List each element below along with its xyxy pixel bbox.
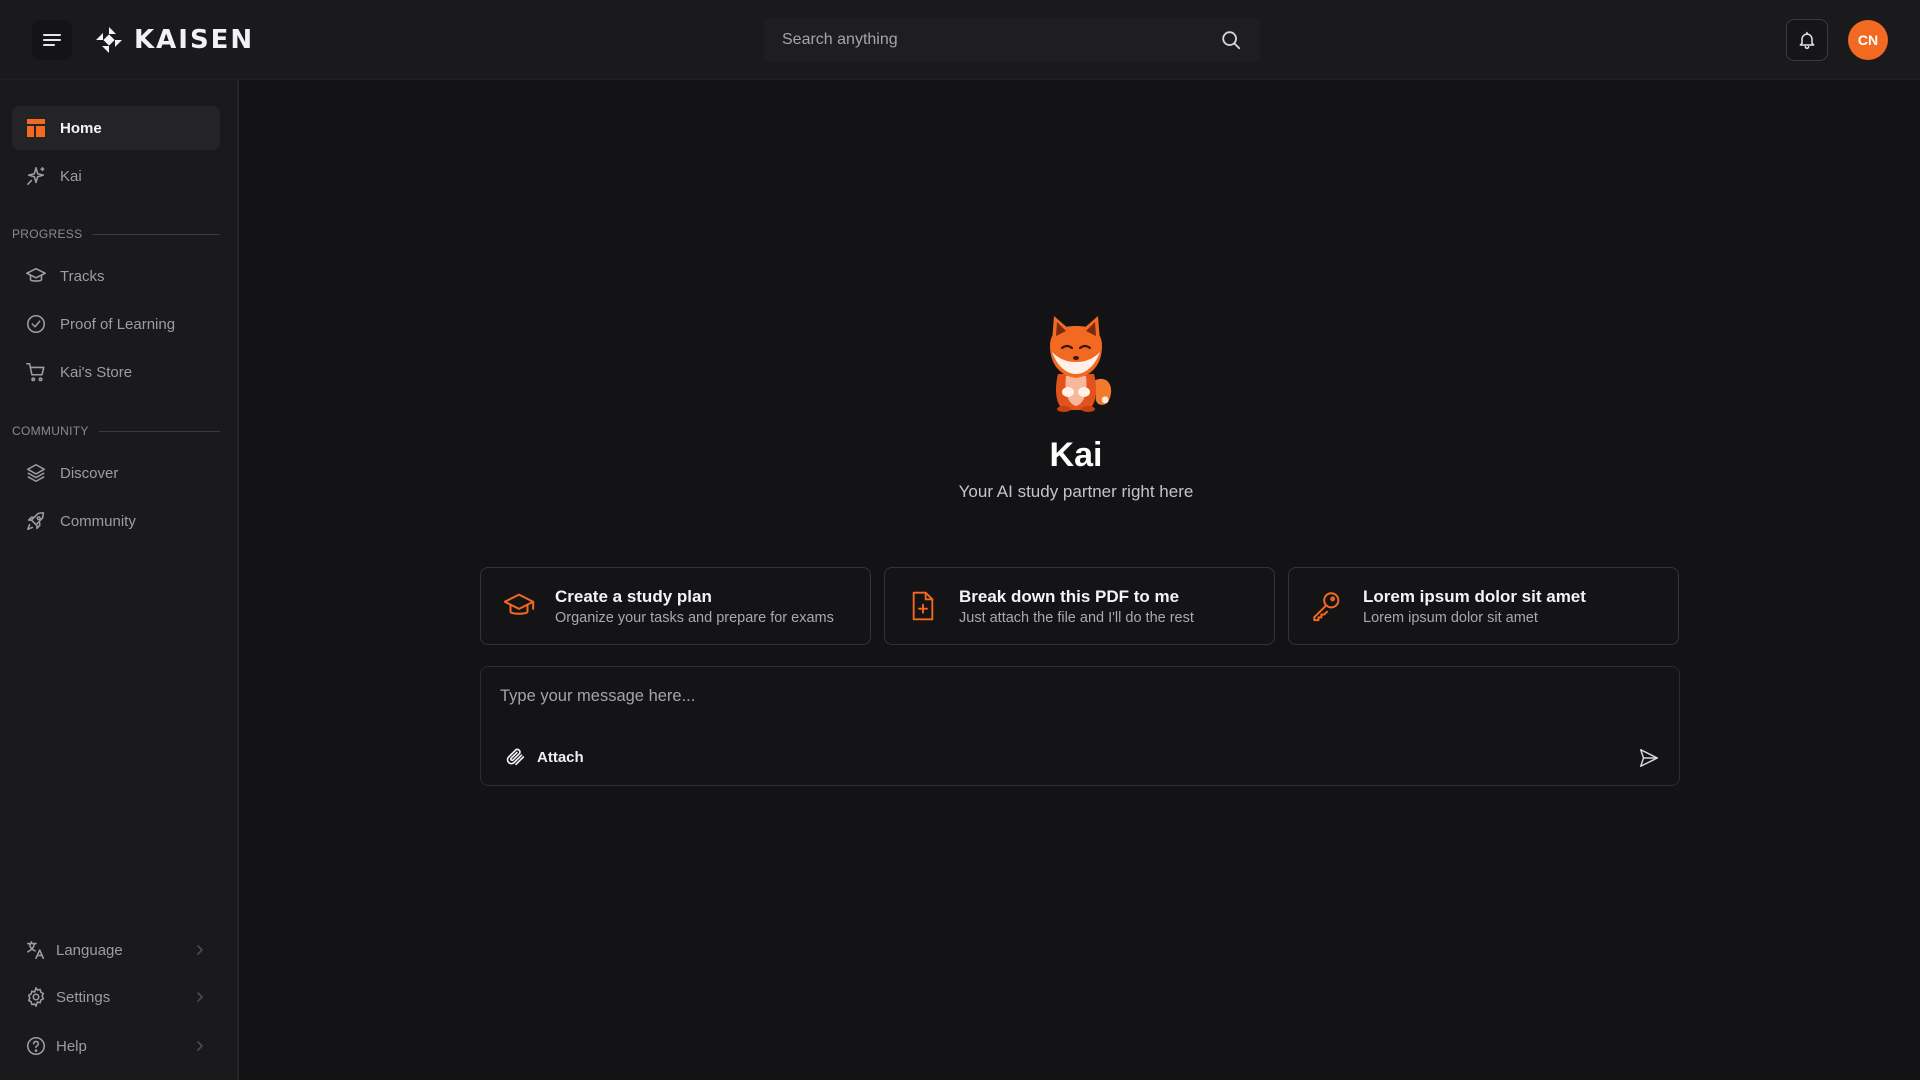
sidebar-item-community[interactable]: Community — [12, 499, 220, 543]
sidebar-item-label: Home — [60, 119, 102, 137]
page-subtitle: Your AI study partner right here — [958, 482, 1194, 501]
brand-name: KAISEN — [134, 25, 255, 55]
translate-icon — [24, 938, 48, 962]
graduation-cap-icon — [501, 588, 537, 624]
message-input[interactable] — [500, 687, 1600, 713]
file-plus-icon — [905, 588, 941, 624]
sidebar-item-tracks[interactable]: Tracks — [12, 254, 220, 298]
chevron-right-icon — [197, 992, 204, 1002]
menu-button[interactable] — [32, 20, 72, 60]
section-label-progress: PROGRESS — [12, 226, 220, 242]
gear-icon — [24, 985, 48, 1009]
sidebar: Home Kai PROGRESS Tracks Proof of Learni… — [0, 80, 239, 1080]
page-title: Kai — [1049, 436, 1103, 474]
suggestion-subtitle: Organize your tasks and prepare for exam… — [555, 609, 834, 626]
suggestion-subtitle: Just attach the file and I'll do the res… — [959, 609, 1194, 626]
shopping-cart-icon — [24, 360, 48, 384]
check-circle-icon — [24, 312, 48, 336]
rocket-icon — [24, 509, 48, 533]
message-composer: Attach — [480, 666, 1680, 786]
sidebar-item-help[interactable]: Help — [12, 1026, 208, 1066]
search-bar[interactable] — [764, 18, 1260, 62]
notifications-button[interactable] — [1786, 19, 1828, 61]
sparkles-icon — [24, 164, 48, 188]
sidebar-item-language[interactable]: Language — [12, 930, 208, 970]
sidebar-item-label: Community — [60, 512, 136, 530]
suggestion-title: Create a study plan — [555, 586, 712, 606]
layers-icon — [24, 461, 48, 485]
user-avatar[interactable]: CN — [1848, 20, 1888, 60]
sidebar-item-label: Proof of Learning — [60, 315, 176, 333]
suggestion-card-break-down-pdf[interactable]: Break down this PDF to me Just attach th… — [884, 567, 1275, 645]
attach-label: Attach — [537, 748, 584, 766]
sidebar-item-discover[interactable]: Discover — [12, 451, 220, 495]
chevron-right-icon — [197, 1041, 204, 1051]
search-input[interactable] — [782, 31, 1220, 49]
sidebar-item-proof-of-learning[interactable]: Proof of Learning — [12, 302, 220, 346]
suggestion-title: Break down this PDF to me — [959, 586, 1180, 606]
dashboard-icon — [24, 116, 48, 140]
hamburger-icon — [43, 34, 61, 46]
help-circle-icon — [24, 1034, 48, 1058]
sidebar-item-label: Tracks — [60, 267, 105, 285]
search-icon[interactable] — [1220, 29, 1242, 51]
sidebar-item-home[interactable]: Home — [12, 106, 220, 150]
sidebar-item-label: Language — [56, 941, 123, 959]
kaisen-logo-icon — [96, 27, 122, 53]
suggestion-card-study-plan[interactable]: Create a study plan Organize your tasks … — [480, 567, 871, 645]
suggestion-title: Lorem ipsum dolor sit amet — [1363, 586, 1586, 606]
fox-mascot-image — [1050, 316, 1112, 412]
brand-logo[interactable]: KAISEN — [94, 24, 254, 56]
sidebar-item-label: Settings — [56, 988, 111, 1006]
sidebar-item-kai[interactable]: Kai — [12, 154, 220, 198]
paperclip-icon — [506, 748, 525, 766]
key-icon — [1309, 588, 1345, 624]
sidebar-item-label: Kai — [60, 167, 82, 185]
chevron-right-icon — [197, 945, 204, 955]
attach-button[interactable]: Attach — [505, 745, 584, 769]
suggestion-subtitle: Lorem ipsum dolor sit amet — [1363, 609, 1538, 626]
section-label-community: COMMUNITY — [12, 423, 220, 439]
sidebar-item-label: Help — [56, 1037, 87, 1055]
sidebar-item-label: Kai's Store — [60, 363, 133, 381]
bell-icon — [1799, 31, 1815, 50]
top-bar: KAISEN CN — [0, 0, 1920, 80]
send-button[interactable] — [1636, 745, 1662, 771]
sidebar-item-label: Discover — [60, 464, 119, 482]
suggestion-card-lorem[interactable]: Lorem ipsum dolor sit amet Lorem ipsum d… — [1288, 567, 1679, 645]
graduation-cap-icon — [24, 264, 48, 288]
sidebar-item-kais-store[interactable]: Kai's Store — [12, 350, 220, 394]
send-icon — [1640, 749, 1658, 767]
sidebar-item-settings[interactable]: Settings — [12, 977, 208, 1017]
